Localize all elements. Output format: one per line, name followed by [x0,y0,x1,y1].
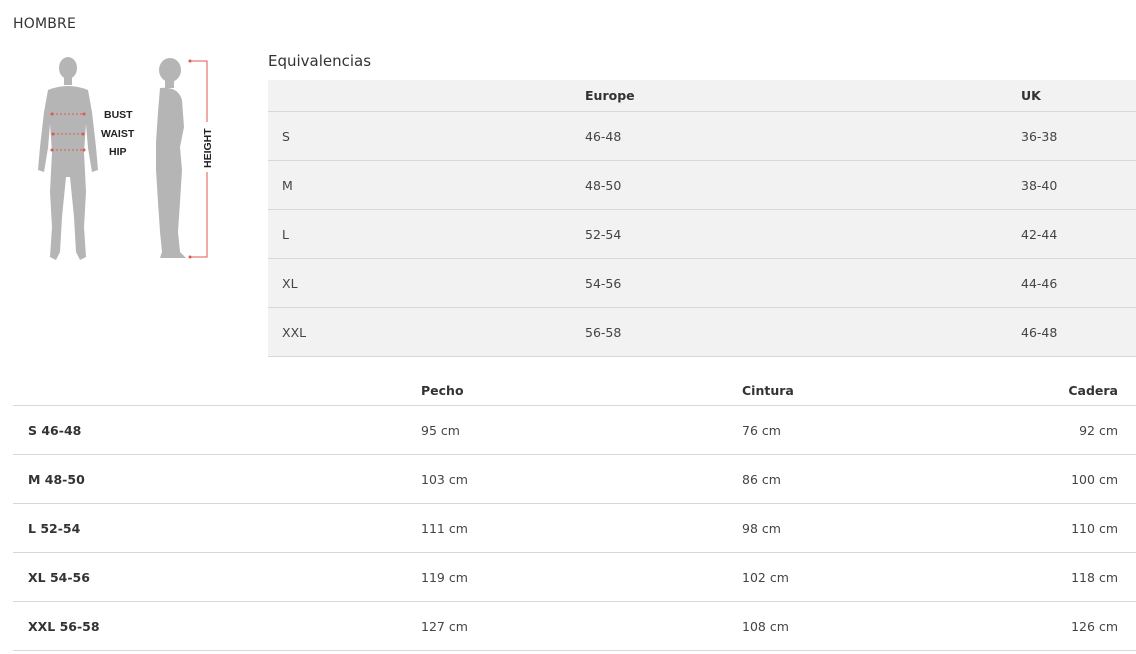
measurements-table: Pecho Cintura Cadera S 46-48 95 cm 76 cm… [13,376,1136,651]
europe-cell: 52-54 [585,209,1021,259]
height-label: HEIGHT [202,128,214,168]
table-row: L 52-54 42-44 [268,209,1136,259]
uk-cell: 46-48 [1021,307,1136,357]
size-cell: XL 54-56 [13,552,421,602]
europe-cell: 48-50 [585,160,1021,210]
table-row: XL 54-56 119 cm 102 cm 118 cm [13,552,1136,602]
table-header-row: Europe UK [268,80,1136,112]
table-row: XL 54-56 44-46 [268,258,1136,308]
header-size [13,376,421,406]
table-row: S 46-48 95 cm 76 cm 92 cm [13,405,1136,455]
header-cintura: Cintura [742,376,1002,406]
uk-cell: 38-40 [1021,160,1136,210]
cintura-cell: 108 cm [742,601,1002,651]
side-silhouette [156,58,186,258]
uk-cell: 42-44 [1021,209,1136,259]
cadera-cell: 126 cm [1002,601,1136,651]
header-uk: UK [1021,80,1136,112]
size-cell: XL [268,258,585,308]
table-row: M 48-50 38-40 [268,160,1136,210]
size-cell: M [268,160,585,210]
size-cell: S [268,111,585,161]
table-header-row: Pecho Cintura Cadera [13,376,1136,406]
header-size [268,80,585,112]
waist-label: WAIST [101,128,135,140]
size-cell: L 52-54 [13,503,421,553]
equivalencias-table: Europe UK S 46-48 36-38 M 48-50 38-40 L … [268,80,1136,357]
table-row: XXL 56-58 46-48 [268,307,1136,357]
body-measurement-figure: BUST WAIST HIP HEIGHT [38,57,214,260]
size-cell: S 46-48 [13,405,421,455]
section-title: HOMBRE [13,16,77,32]
size-cell: M 48-50 [13,454,421,504]
uk-cell: 44-46 [1021,258,1136,308]
europe-cell: 56-58 [585,307,1021,357]
size-cell: XXL [268,307,585,357]
equivalencias-title: Equivalencias [268,52,372,70]
cadera-cell: 110 cm [1002,503,1136,553]
pecho-cell: 103 cm [421,454,742,504]
pecho-cell: 119 cm [421,552,742,602]
europe-cell: 54-56 [585,258,1021,308]
table-row: L 52-54 111 cm 98 cm 110 cm [13,503,1136,553]
table-row: M 48-50 103 cm 86 cm 100 cm [13,454,1136,504]
header-pecho: Pecho [421,376,742,406]
europe-cell: 46-48 [585,111,1021,161]
table-row: S 46-48 36-38 [268,111,1136,161]
size-cell: XXL 56-58 [13,601,421,651]
front-silhouette [38,57,98,260]
header-cadera: Cadera [1002,376,1136,406]
cadera-cell: 100 cm [1002,454,1136,504]
cintura-cell: 98 cm [742,503,1002,553]
cintura-cell: 86 cm [742,454,1002,504]
bust-label: BUST [104,109,133,121]
cintura-cell: 102 cm [742,552,1002,602]
pecho-cell: 127 cm [421,601,742,651]
uk-cell: 36-38 [1021,111,1136,161]
pecho-cell: 95 cm [421,405,742,455]
size-cell: L [268,209,585,259]
pecho-cell: 111 cm [421,503,742,553]
table-row: XXL 56-58 127 cm 108 cm 126 cm [13,601,1136,651]
cadera-cell: 118 cm [1002,552,1136,602]
header-europe: Europe [585,80,1021,112]
cadera-cell: 92 cm [1002,405,1136,455]
cintura-cell: 76 cm [742,405,1002,455]
hip-label: HIP [109,146,127,158]
